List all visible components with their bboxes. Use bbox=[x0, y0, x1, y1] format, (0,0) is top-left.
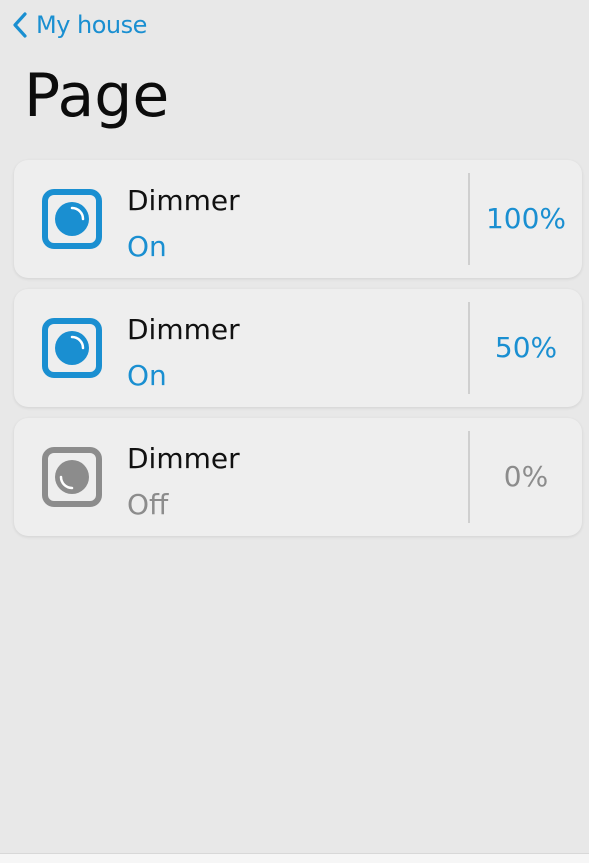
back-label: My house bbox=[36, 11, 147, 39]
dimmer-level[interactable]: 0% bbox=[470, 460, 582, 494]
page-title: Page bbox=[24, 61, 170, 131]
device-state: Off bbox=[127, 488, 169, 521]
dimmer-icon[interactable] bbox=[42, 318, 102, 378]
device-name: Dimmer bbox=[127, 442, 240, 475]
device-card[interactable]: Dimmer On 100% bbox=[14, 160, 582, 278]
dimmer-icon[interactable] bbox=[42, 447, 102, 507]
device-state: On bbox=[127, 359, 167, 392]
dimmer-level[interactable]: 100% bbox=[470, 202, 582, 236]
device-state: On bbox=[127, 230, 167, 263]
device-name: Dimmer bbox=[127, 184, 240, 217]
dimmer-icon[interactable] bbox=[42, 189, 102, 249]
chevron-left-icon bbox=[10, 10, 30, 40]
device-name: Dimmer bbox=[127, 313, 240, 346]
bottom-bar bbox=[0, 853, 589, 863]
back-button[interactable]: My house bbox=[10, 10, 147, 40]
device-card[interactable]: Dimmer On 50% bbox=[14, 289, 582, 407]
device-list: Dimmer On 100% Dimmer On 50% Dimmer Off bbox=[14, 160, 582, 547]
device-card[interactable]: Dimmer Off 0% bbox=[14, 418, 582, 536]
dimmer-level[interactable]: 50% bbox=[470, 331, 582, 365]
